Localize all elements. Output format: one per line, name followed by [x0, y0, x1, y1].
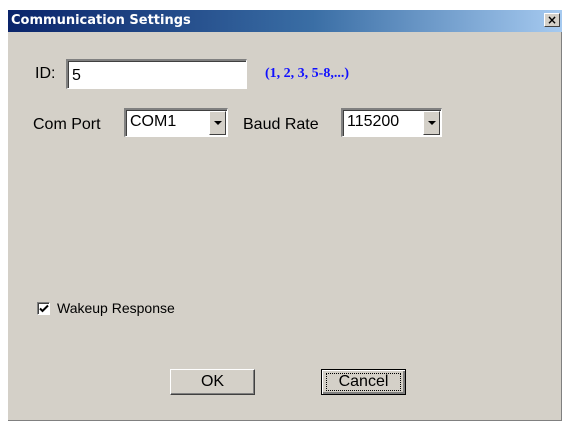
close-icon: ×	[546, 13, 558, 27]
ok-button[interactable]: OK	[170, 369, 255, 395]
com-port-select[interactable]: COM1	[124, 108, 228, 137]
baud-rate-select[interactable]: 115200	[341, 108, 442, 137]
id-input[interactable]: 5	[66, 59, 247, 89]
com-port-value: COM1	[130, 113, 177, 130]
wakeup-response-checkbox[interactable]	[37, 302, 50, 315]
com-port-dropdown-arrow-icon[interactable]	[209, 111, 226, 135]
ok-button-label: OK	[200, 373, 225, 390]
wakeup-response-label: Wakeup Response	[57, 300, 175, 316]
com-port-label: Com Port	[33, 116, 101, 133]
cancel-button-label: Cancel	[338, 373, 389, 390]
checkmark-icon	[39, 304, 49, 313]
id-label: ID:	[35, 65, 56, 82]
window-title: Communication Settings	[11, 13, 191, 28]
cancel-button[interactable]: Cancel	[321, 369, 406, 395]
id-format-hint: (1, 2, 3, 5-8,...)	[265, 66, 349, 81]
baud-rate-value: 115200	[347, 113, 400, 130]
id-input-value: 5	[72, 67, 81, 84]
close-button[interactable]: ×	[544, 13, 560, 27]
communication-settings-dialog: Communication Settings × ID: 5 (1, 2, 3,…	[8, 10, 562, 421]
baud-rate-label: Baud Rate	[243, 116, 319, 133]
title-bar[interactable]: Communication Settings ×	[8, 10, 562, 32]
baud-rate-dropdown-arrow-icon[interactable]	[423, 111, 440, 135]
